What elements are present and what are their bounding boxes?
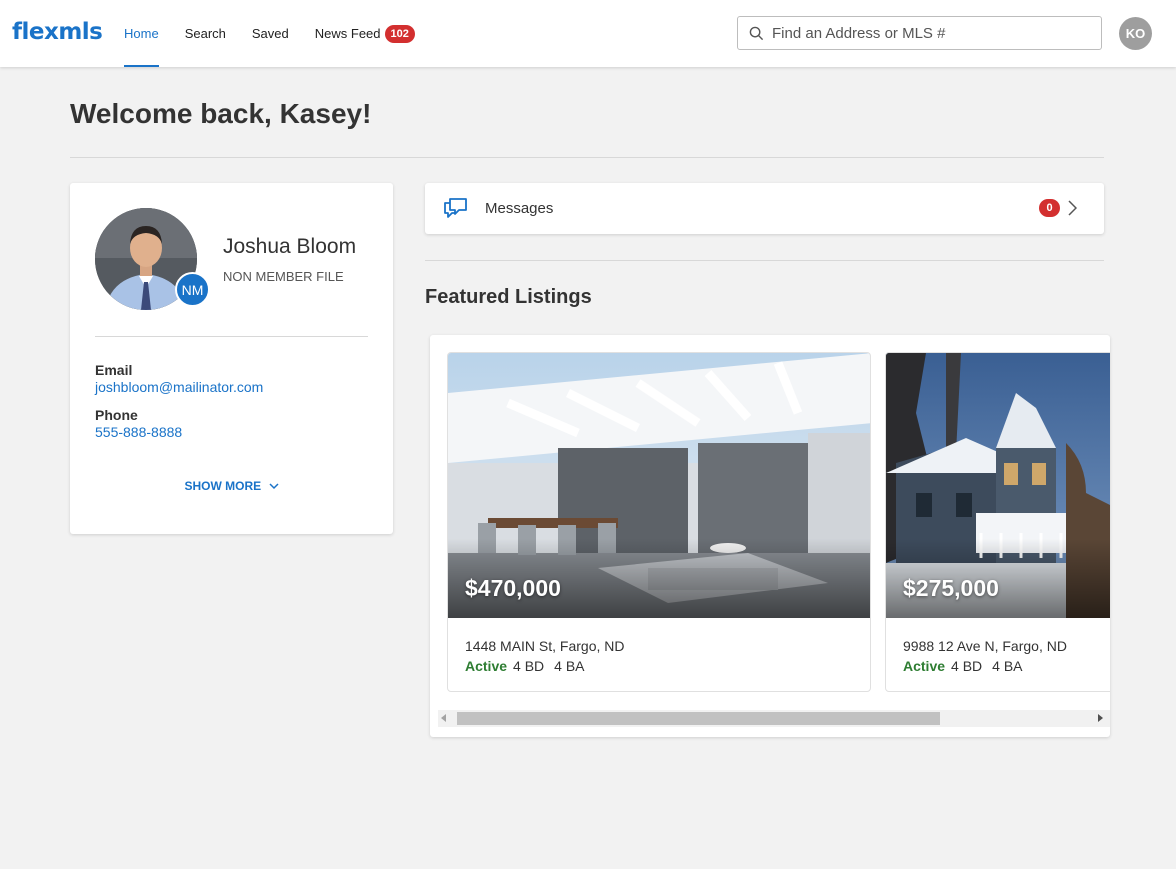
listing-baths: 4 BA: [992, 658, 1023, 674]
page-title: Welcome back, Kasey!: [70, 98, 372, 129]
listing-card[interactable]: $275,000 9988 12 Ave N, Fargo, ND Active…: [885, 352, 1110, 692]
listing-address: 9988 12 Ave N, Fargo, ND: [903, 638, 1067, 654]
nav-news-feed[interactable]: News Feed 102: [315, 0, 415, 67]
messages-count-badge: 0: [1039, 199, 1060, 217]
show-more-button[interactable]: SHOW MORE: [70, 479, 393, 493]
main-nav: Home Search Saved News Feed 102: [124, 0, 441, 67]
contact-card: NM Joshua Bloom NON MEMBER FILE Email jo…: [70, 183, 393, 534]
nav-news-feed-label: News Feed: [314, 26, 381, 41]
chevron-right-icon: [1068, 200, 1077, 216]
flexmls-logo[interactable]: flexmls: [12, 19, 103, 45]
listing-details: Active 4 BD 4 BA: [465, 658, 585, 674]
listing-address: 1448 MAIN St, Fargo, ND: [465, 638, 625, 654]
news-feed-count-badge: 102: [384, 24, 415, 43]
nav-search-label: Search: [184, 26, 226, 41]
address-search-box[interactable]: [737, 16, 1102, 50]
phone-label: Phone: [95, 407, 138, 423]
listing-beds: 4 BD: [513, 658, 545, 674]
non-member-badge: NM: [175, 272, 210, 307]
listing-baths: 4 BA: [554, 658, 585, 674]
user-avatar[interactable]: KO: [1119, 17, 1152, 50]
search-input[interactable]: [772, 24, 1072, 42]
listing-status: Active: [465, 658, 508, 674]
chevron-down-icon: [268, 483, 279, 490]
featured-listings-carousel: $470,000 1448 MAIN St, Fargo, ND Active 4…: [430, 335, 1110, 737]
nav-saved[interactable]: Saved: [252, 0, 289, 67]
divider: [95, 336, 368, 337]
search-icon: [749, 26, 764, 40]
listing-price: $275,000: [903, 575, 999, 601]
chat-bubbles-icon: [444, 198, 467, 218]
nav-home[interactable]: Home: [124, 0, 159, 67]
divider: [70, 157, 1104, 158]
messages-row[interactable]: Messages 0: [425, 183, 1104, 234]
contact-type: NON MEMBER FILE: [223, 269, 344, 284]
featured-listings-title: Featured Listings: [425, 286, 592, 308]
divider: [425, 260, 1104, 261]
nav-home-label: Home: [124, 26, 159, 41]
show-more-label: SHOW MORE: [184, 479, 262, 493]
messages-label: Messages: [485, 200, 554, 217]
phone-link[interactable]: 555-888-8888: [95, 424, 182, 440]
listing-price: $470,000: [465, 575, 561, 601]
horizontal-scrollbar[interactable]: [438, 710, 1110, 727]
contact-name: Joshua Bloom: [223, 235, 357, 258]
email-link[interactable]: joshbloom@mailinator.com: [95, 379, 263, 395]
email-label: Email: [95, 362, 133, 378]
scroll-left-arrow-icon[interactable]: [441, 714, 447, 722]
listing-card[interactable]: $470,000 1448 MAIN St, Fargo, ND Active 4…: [447, 352, 871, 692]
scroll-right-arrow-icon[interactable]: [1098, 714, 1104, 722]
listing-status: Active: [903, 658, 946, 674]
listing-details: Active 4 BD 4 BA: [903, 658, 1023, 674]
nav-saved-label: Saved: [251, 26, 289, 41]
nav-search[interactable]: Search: [185, 0, 226, 67]
top-navigation-bar: flexmls Home Search Saved News Feed 102 …: [0, 0, 1176, 67]
listing-beds: 4 BD: [951, 658, 983, 674]
scrollbar-thumb[interactable]: [457, 712, 940, 725]
